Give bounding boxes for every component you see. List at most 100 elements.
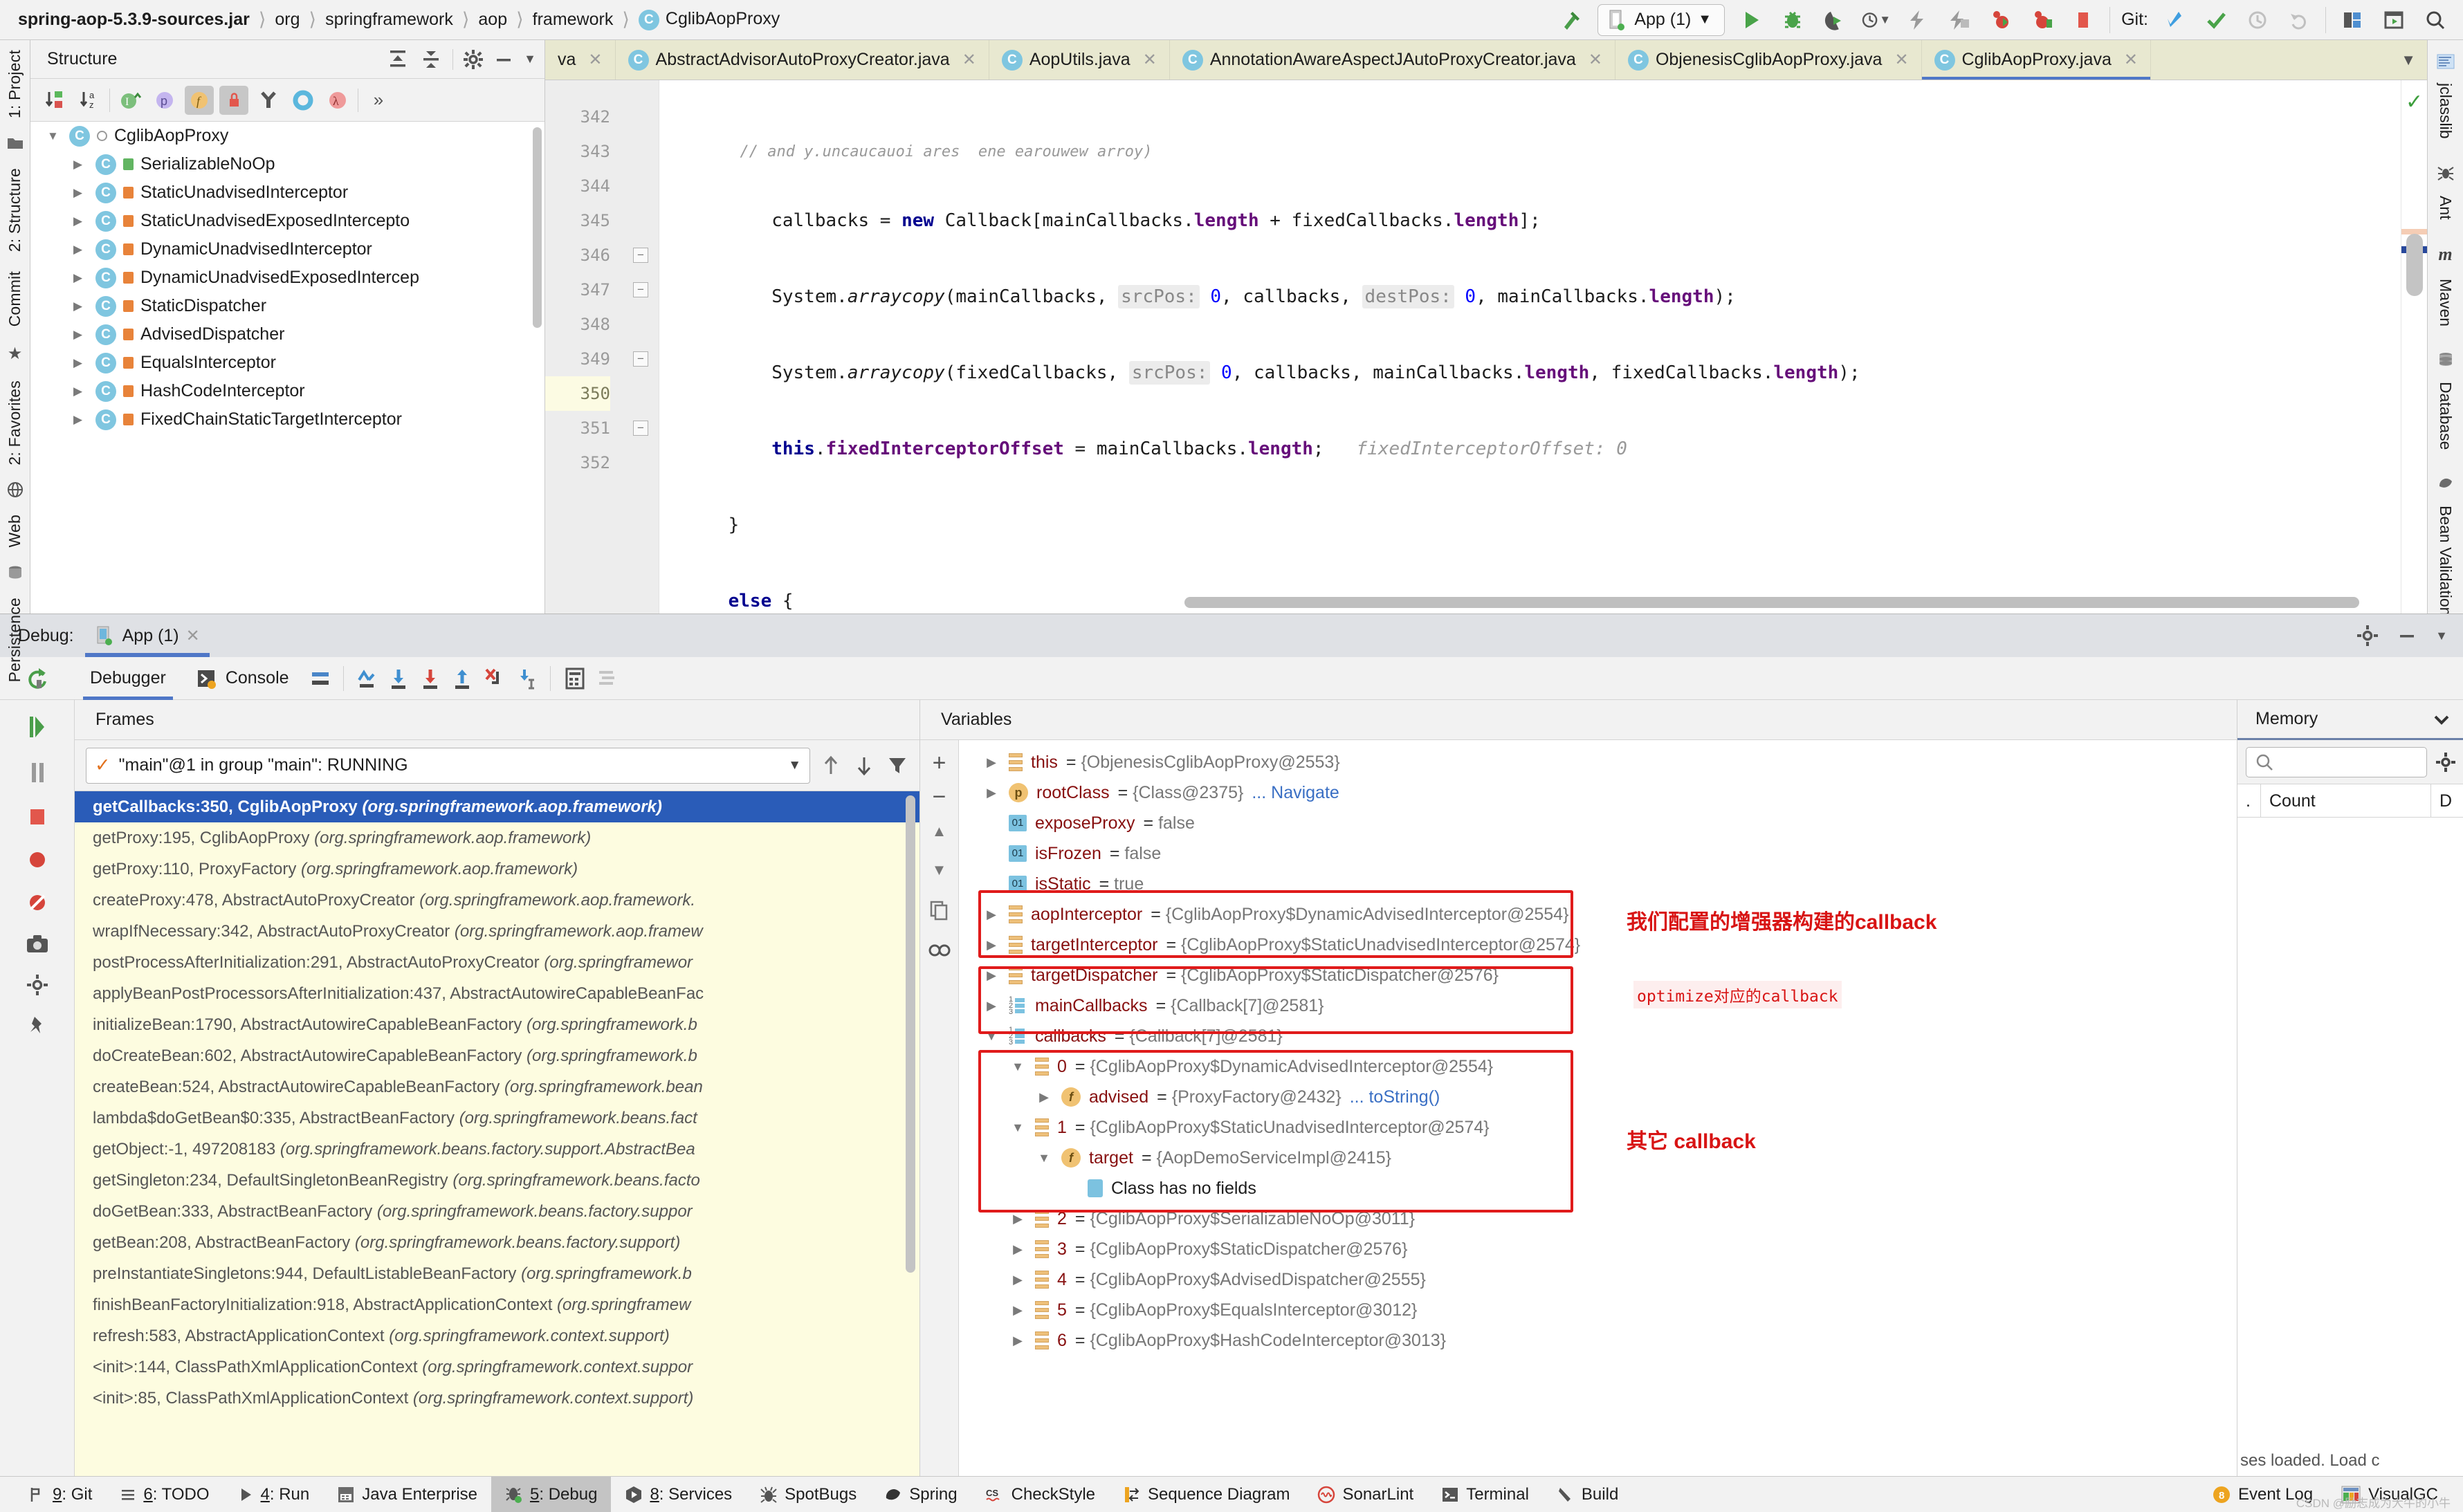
structure-item-1[interactable]: ▶CSerializableNoOp xyxy=(30,150,544,178)
mute-breakpoints-rail-icon[interactable] xyxy=(26,891,49,914)
move-watch-down-icon[interactable]: ▼ xyxy=(932,861,947,879)
force-step-into-icon[interactable] xyxy=(478,663,510,694)
variable-row-3[interactable]: 01isFrozen= false xyxy=(959,838,2237,869)
run-button[interactable] xyxy=(1736,5,1766,35)
variable-action-link[interactable]: ... Navigate xyxy=(1252,783,1339,803)
editor-tab-3[interactable]: CAnnotationAwareAspectJAutoProxyCreator.… xyxy=(1170,40,1615,80)
debug-session-tab[interactable]: App (1) ✕ xyxy=(85,614,210,657)
screenshot-icon[interactable] xyxy=(26,934,49,955)
tabs-overflow-chevron-icon[interactable]: ▼ xyxy=(2390,40,2427,80)
debug-button[interactable] xyxy=(1777,5,1808,35)
chevron-down-icon[interactable]: ▼ xyxy=(1035,1151,1053,1165)
git-rollback-icon[interactable] xyxy=(2284,5,2314,35)
frame-row-19[interactable]: <init>:85, ClassPathXmlApplicationContex… xyxy=(75,1383,919,1414)
attach-debugger-icon[interactable] xyxy=(1985,5,2015,35)
git-commit-icon[interactable] xyxy=(2201,5,2231,35)
sort-alphabetically-icon[interactable]: az xyxy=(75,86,104,115)
memory-search-input[interactable] xyxy=(2246,747,2427,777)
show-anonymous-icon[interactable] xyxy=(254,86,283,115)
variable-row-15[interactable]: ▶2= {CglibAopProxy$SerializableNoOp@3011… xyxy=(959,1204,2237,1234)
rail-item-web[interactable]: Web xyxy=(6,505,24,557)
frame-row-11[interactable]: getObject:-1, 497208183 (org.springframe… xyxy=(75,1134,919,1165)
chevron-down-icon[interactable]: ▼ xyxy=(982,1029,1000,1044)
show-lambdas-icon[interactable]: λ xyxy=(323,86,352,115)
structure-item-10[interactable]: ▶CFixedChainStaticTargetInterceptor xyxy=(30,405,544,434)
right-rail-item-ant[interactable]: Ant xyxy=(2436,189,2455,238)
chevron-right-icon[interactable]: ▶ xyxy=(982,907,1000,922)
editor-vertical-scrollbar[interactable] xyxy=(2406,234,2423,296)
variable-action-link[interactable]: ... toString() xyxy=(1350,1087,1440,1107)
chevron-down-icon[interactable] xyxy=(2430,708,2453,731)
pin-tab-icon[interactable] xyxy=(26,1015,48,1038)
rail-item-structure[interactable]: 2: Structure xyxy=(6,158,24,261)
layout-settings-icon[interactable] xyxy=(304,663,336,694)
show-fields-icon[interactable]: f xyxy=(185,86,214,115)
run-with-coverage-button[interactable] xyxy=(1819,5,1849,35)
chevron-right-icon[interactable]: ▶ xyxy=(73,413,89,427)
collapse-all-icon[interactable] xyxy=(419,48,443,71)
chevron-right-icon[interactable]: ▶ xyxy=(1009,1303,1027,1318)
editor-tab-5[interactable]: CCglibAopProxy.java✕ xyxy=(1922,40,2151,80)
variable-row-7[interactable]: ▶targetDispatcher= {CglibAopProxy$Static… xyxy=(959,960,2237,990)
show-inherited-icon[interactable]: I xyxy=(116,86,145,115)
chevron-down-icon[interactable]: ▼ xyxy=(1009,1121,1027,1135)
step-over-icon[interactable] xyxy=(383,663,414,694)
git-history-icon[interactable] xyxy=(2242,5,2273,35)
collapse-icon[interactable]: − xyxy=(633,351,648,367)
chevron-right-icon[interactable]: ▶ xyxy=(73,299,89,313)
fold-marker-351[interactable]: − xyxy=(623,411,659,445)
close-icon[interactable]: ✕ xyxy=(962,50,976,70)
frame-row-10[interactable]: lambda$doGetBean$0:335, AbstractBeanFact… xyxy=(75,1103,919,1134)
close-icon[interactable]: ✕ xyxy=(588,50,602,70)
resume-program-icon[interactable] xyxy=(26,714,49,740)
chevron-right-icon[interactable]: ▶ xyxy=(73,385,89,398)
editor-horizontal-scrollbar[interactable] xyxy=(1184,597,2359,608)
code-editor[interactable]: 342343344345346347348349350351352 −−−− /… xyxy=(545,80,2427,614)
gutter-line-342[interactable]: 342 xyxy=(545,100,610,134)
error-stripe-marker-column[interactable]: ✓ xyxy=(2401,80,2427,614)
memory-col-diff[interactable]: D xyxy=(2431,784,2463,818)
mute-breakpoints-icon[interactable] xyxy=(591,663,623,694)
variable-row-17[interactable]: ▶4= {CglibAopProxy$AdvisedDispatcher@255… xyxy=(959,1264,2237,1295)
fold-marker-347[interactable]: − xyxy=(623,273,659,307)
status-item-todo[interactable]: 6: TODO xyxy=(106,1477,223,1512)
preview-icon[interactable] xyxy=(2379,5,2409,35)
chevron-right-icon[interactable]: ▶ xyxy=(73,271,89,285)
chevron-right-icon[interactable]: ▶ xyxy=(982,999,1000,1013)
breadcrumb-item-springframework[interactable]: springframework xyxy=(316,10,462,30)
rail-item-project[interactable]: 1: Project xyxy=(6,40,24,128)
status-item-run[interactable]: 4: Run xyxy=(223,1477,324,1512)
hide-icon[interactable]: ▼ xyxy=(524,52,536,66)
variable-row-9[interactable]: ▼123callbacks= {Callback[7]@2581} xyxy=(959,1021,2237,1051)
copy-value-icon[interactable] xyxy=(929,900,950,921)
status-item-spotbugs[interactable]: SpotBugs xyxy=(746,1477,870,1512)
rail-item-favorites[interactable]: 2: Favorites xyxy=(6,371,24,475)
show-non-public-icon[interactable] xyxy=(219,86,248,115)
right-rail-item-jclasslib[interactable]: jclasslib xyxy=(2436,76,2455,157)
hide-icon[interactable]: ▼ xyxy=(2435,629,2448,643)
chevron-right-icon[interactable]: ▶ xyxy=(1009,1334,1027,1348)
frame-row-7[interactable]: initializeBean:1790, AbstractAutowireCap… xyxy=(75,1009,919,1040)
variable-row-11[interactable]: ▶fadvised= {ProxyFactory@2432}... toStri… xyxy=(959,1082,2237,1112)
chevron-right-icon[interactable]: ▶ xyxy=(982,968,1000,983)
variable-row-13[interactable]: ▼ftarget= {AopDemoServiceImpl@2415} xyxy=(959,1143,2237,1173)
debug-settings-gear-icon[interactable] xyxy=(2356,625,2379,647)
structure-item-0[interactable]: ▼CCglibAopProxy xyxy=(30,122,544,150)
hot-swap-icon[interactable] xyxy=(1943,5,1974,35)
breadcrumb-item-aop[interactable]: aop xyxy=(469,10,516,30)
right-rail-item-database[interactable]: Database xyxy=(2436,375,2455,468)
editor-tab-1[interactable]: CAbstractAdvisorAutoProxyCreator.java✕ xyxy=(616,40,989,80)
close-icon[interactable]: ✕ xyxy=(1894,50,1908,70)
frames-filter-icon[interactable] xyxy=(885,753,910,778)
frame-row-13[interactable]: doGetBean:333, AbstractBeanFactory (org.… xyxy=(75,1196,919,1227)
variable-row-12[interactable]: ▼1= {CglibAopProxy$StaticUnadvisedInterc… xyxy=(959,1112,2237,1143)
variable-row-0[interactable]: ▶this= {ObjenesisCglibAopProxy@2553} xyxy=(959,747,2237,777)
chevron-right-icon[interactable]: ▶ xyxy=(73,356,89,370)
chevron-right-icon[interactable]: ▶ xyxy=(982,786,1000,800)
status-item-debug[interactable]: 5: Debug xyxy=(491,1477,611,1512)
build-hammer-icon[interactable] xyxy=(1556,5,1586,35)
frame-row-0[interactable]: getCallbacks:350, CglibAopProxy (org.spr… xyxy=(75,791,919,822)
memory-table-body[interactable]: ses loaded. Load c xyxy=(2237,818,2463,1476)
structure-scrollbar[interactable] xyxy=(533,127,542,328)
status-item-services[interactable]: 8: Services xyxy=(611,1477,746,1512)
